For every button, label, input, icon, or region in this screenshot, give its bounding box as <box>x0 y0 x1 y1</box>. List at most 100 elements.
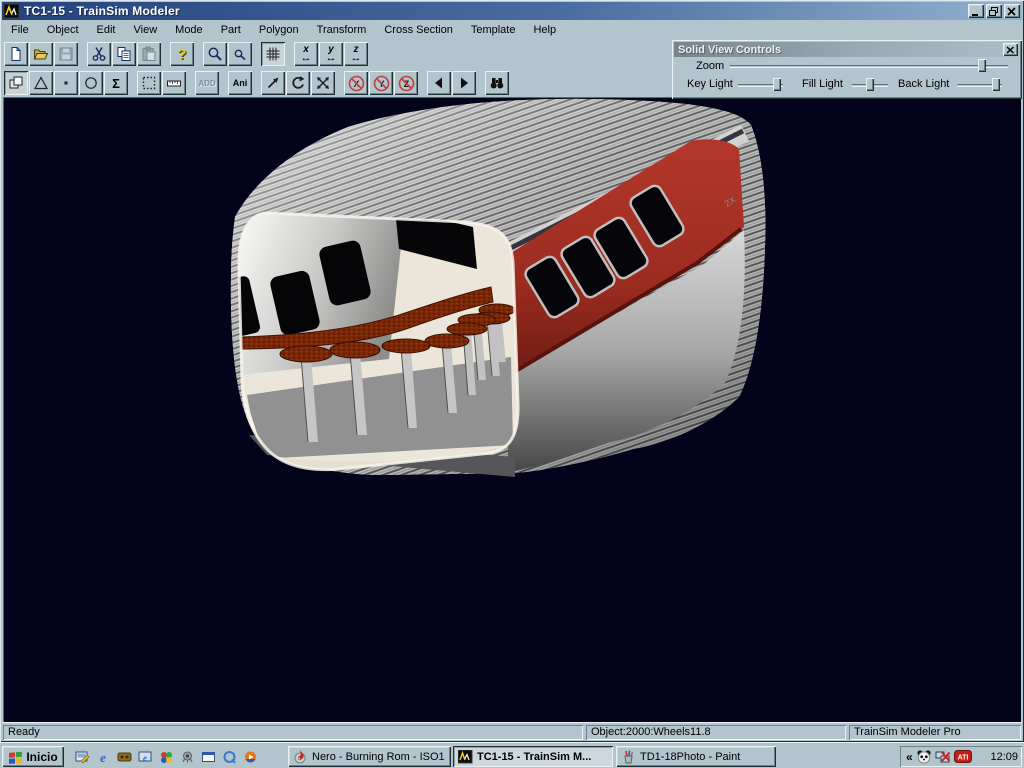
zoom-out-button[interactable] <box>228 42 252 66</box>
fill-light-slider-thumb[interactable] <box>866 78 874 91</box>
open-button[interactable] <box>29 42 53 66</box>
grid-button[interactable] <box>261 42 285 66</box>
toolbar-standard: ? x ↔ <box>4 40 368 68</box>
tray-chevron[interactable]: « <box>906 750 913 764</box>
lock-x-button[interactable]: X <box>344 71 368 95</box>
binoculars-icon <box>489 75 505 91</box>
ati-display-icon[interactable]: ATI <box>954 750 972 763</box>
zoom-in-button[interactable] <box>203 42 227 66</box>
create-circle-button[interactable] <box>79 71 103 95</box>
cut-button[interactable] <box>87 42 111 66</box>
status-bar: Ready Object:2000:Wheels11.8 TrainSim Mo… <box>2 722 1022 740</box>
panda-antivirus-icon[interactable] <box>916 749 932 764</box>
toolbar-separator <box>336 71 343 95</box>
toolbar-separator <box>79 42 86 66</box>
quicklaunch-webcam-robot[interactable] <box>177 747 197 766</box>
select-object-button[interactable] <box>4 71 28 95</box>
x-axis-icon: x ↔ <box>301 45 312 64</box>
copy-button[interactable] <box>112 42 136 66</box>
new-document-icon <box>8 46 24 62</box>
find-button[interactable] <box>485 71 509 95</box>
help-button[interactable]: ? <box>170 42 194 66</box>
panel-close-button[interactable] <box>1003 43 1018 56</box>
quicklaunch-msn[interactable] <box>156 747 176 766</box>
x-axis-button[interactable]: x ↔ <box>294 42 318 66</box>
ruler-icon <box>166 75 182 91</box>
new-button[interactable] <box>4 42 28 66</box>
next-button[interactable] <box>452 71 476 95</box>
task-trainsim[interactable]: TC1-15 - TrainSim M... <box>453 746 613 767</box>
status-message-panel: Ready <box>3 725 583 740</box>
previous-button[interactable] <box>427 71 451 95</box>
task-nero[interactable]: Nero - Burning Rom - ISO1 <box>288 746 451 767</box>
menu-template[interactable]: Template <box>462 22 525 38</box>
lock-y-icon: Y <box>373 75 390 92</box>
tray-clock: 12:09 <box>990 751 1018 763</box>
3d-viewport[interactable]: 2X <box>3 97 1021 722</box>
menu-cross-section[interactable]: Cross Section <box>375 22 461 38</box>
toolbar-separator <box>253 71 260 95</box>
move-button[interactable] <box>261 71 285 95</box>
menu-part[interactable]: Part <box>212 22 250 38</box>
train-interior <box>225 209 515 471</box>
zoom-slider-track[interactable] <box>730 65 1008 68</box>
lock-y-button[interactable]: Y <box>369 71 393 95</box>
menu-mode[interactable]: Mode <box>166 22 212 38</box>
menu-help[interactable]: Help <box>524 22 565 38</box>
quicklaunch-quicktime[interactable] <box>219 747 239 766</box>
network-disconnected-icon[interactable] <box>935 749 951 764</box>
window-title: TC1-15 - TrainSim Modeler <box>24 4 180 18</box>
create-point-button[interactable] <box>54 71 78 95</box>
close-button[interactable] <box>1004 4 1020 18</box>
save-button[interactable] <box>54 42 78 66</box>
app-window: TC1-15 - TrainSim Modeler File Object Ed… <box>0 0 1024 742</box>
start-button[interactable]: Inicio <box>2 746 64 767</box>
windows-logo-icon <box>8 750 23 764</box>
menu-polygon[interactable]: Polygon <box>250 22 308 38</box>
menu-edit[interactable]: Edit <box>88 22 125 38</box>
minimize-button[interactable] <box>968 4 984 18</box>
animation-button[interactable]: Ani <box>228 71 252 95</box>
back-light-slider-thumb[interactable] <box>992 78 1000 91</box>
menu-transform[interactable]: Transform <box>308 22 376 38</box>
menu-view[interactable]: View <box>125 22 167 38</box>
quicklaunch-internet-explorer[interactable]: e <box>93 747 113 766</box>
animation-icon: Ani <box>233 78 248 88</box>
create-spline-button[interactable]: Σ <box>104 71 128 95</box>
quicklaunch-media-player[interactable] <box>240 747 260 766</box>
toolbar-separator <box>162 42 169 66</box>
zoom-out-icon <box>232 46 248 62</box>
zoom-slider-label: Zoom <box>696 60 724 72</box>
select-region-button[interactable] <box>137 71 161 95</box>
cut-scissors-icon <box>91 46 107 62</box>
quicklaunch-show-desktop[interactable] <box>72 747 92 766</box>
train-body: 2X <box>225 99 766 477</box>
quicklaunch-media-cassette[interactable] <box>114 747 134 766</box>
add-point-button[interactable]: ADD <box>195 71 219 95</box>
y-axis-button[interactable]: y ↔ <box>319 42 343 66</box>
key-light-slider-thumb[interactable] <box>773 78 781 91</box>
z-axis-button[interactable]: z ↔ <box>344 42 368 66</box>
scale-button[interactable] <box>311 71 335 95</box>
z-axis-icon: z ↔ <box>351 45 362 64</box>
paste-button[interactable] <box>137 42 161 66</box>
triangle-icon <box>33 75 49 91</box>
quicklaunch-outlook-express[interactable]: e <box>135 747 155 766</box>
rotate-icon <box>290 75 306 91</box>
menu-object[interactable]: Object <box>38 22 88 38</box>
task-paint[interactable]: TD1-18Photo - Paint <box>616 746 776 767</box>
title-bar[interactable]: TC1-15 - TrainSim Modeler <box>2 2 1022 20</box>
create-triangle-button[interactable] <box>29 71 53 95</box>
solid-view-controls-titlebar[interactable]: Solid View Controls <box>674 42 1020 57</box>
zoom-slider-thumb[interactable] <box>978 59 986 72</box>
quicklaunch-window[interactable] <box>198 747 218 766</box>
restore-button[interactable] <box>986 4 1002 18</box>
internet-explorer-icon: e <box>96 750 111 764</box>
webcam-robot-icon <box>180 750 195 764</box>
rotate-button[interactable] <box>286 71 310 95</box>
measure-button[interactable] <box>162 71 186 95</box>
key-light-slider-label: Key Light <box>687 78 733 90</box>
taskbar: Inicio e e <box>0 742 1024 768</box>
lock-z-button[interactable]: Z <box>394 71 418 95</box>
menu-file[interactable]: File <box>2 22 38 38</box>
